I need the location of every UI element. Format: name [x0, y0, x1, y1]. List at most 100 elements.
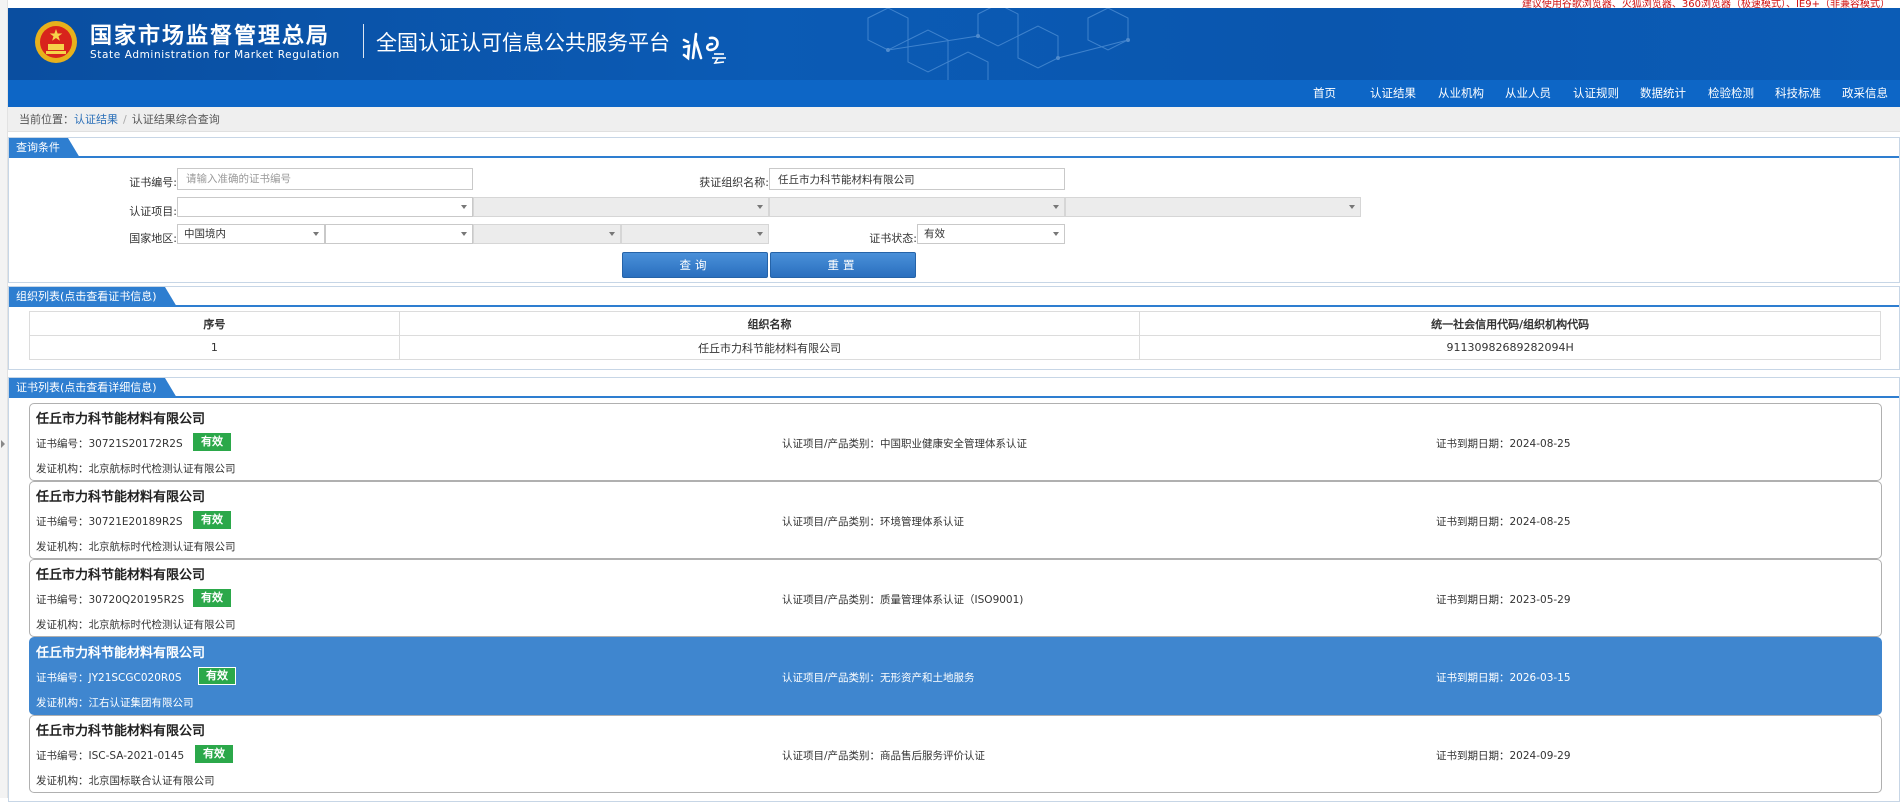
nav-item-statistics[interactable]: 数据统计 [1640, 80, 1686, 107]
org-table: 序号 组织名称 统一社会信用代码/组织机构代码 1 任丘市力科节能材料有限公司 … [29, 311, 1881, 360]
cert-issuer: 发证机构：北京航标时代检测认证有限公司 [36, 461, 236, 476]
chevron-down-icon [461, 205, 467, 209]
hexagon-pattern-decoration [867, 8, 1130, 80]
region-select-value: 中国境内 [184, 228, 226, 240]
site-header: 建议使用谷歌浏览器、火狐浏览器、360浏览器（极速模式）、IE9+（非兼容模式） [8, 0, 1900, 80]
query-panel: 查询条件 证书编号: 获证组织名称: 认证项目: 国家地区: 中国境内 证书状态… [8, 137, 1900, 283]
chevron-down-icon [313, 232, 319, 236]
cert-card[interactable]: 任丘市力科节能材料有限公司证书编号：ISC-SA-2021-0145 有效 认证项目… [29, 715, 1882, 793]
nav-item-cert-results[interactable]: 认证结果 [1370, 80, 1416, 107]
breadcrumb-separator: / [123, 113, 127, 126]
cert-item-label: 认证项目: [129, 205, 177, 218]
region-select-province[interactable] [325, 224, 473, 244]
search-button[interactable]: 查询 [622, 252, 768, 278]
cert-item-label: 认证项目/产品类别： [782, 594, 881, 606]
org-table-header: 序号 组织名称 统一社会信用代码/组织机构代码 [29, 311, 1881, 336]
cert-expiry-value: 2026-03-15 [1509, 672, 1571, 684]
nav-item-inspection[interactable]: 检验检测 [1708, 80, 1754, 107]
browser-note: 建议使用谷歌浏览器、火狐浏览器、360浏览器（极速模式）、IE9+（非兼容模式） [1521, 0, 1890, 10]
cert-no-value: 30721S20172R2S [88, 438, 183, 450]
cert-status-value: 有效 [924, 228, 945, 240]
region-label: 国家地区: [129, 232, 177, 245]
reset-button[interactable]: 重置 [770, 252, 916, 278]
cert-number: 证书编号：30720Q20195R2S [36, 592, 184, 607]
cert-card-title: 任丘市力科节能材料有限公司 [36, 486, 205, 505]
breadcrumb-prefix: 当前位置： [19, 113, 74, 126]
cert-item: 认证项目/产品类别：环境管理体系认证 [782, 514, 964, 529]
cert-org-title: 任丘市力科节能材料有限公司 [36, 412, 206, 427]
cert-item: 认证项目/产品类别：无形资产和土地服务 [782, 670, 975, 685]
table-row[interactable]: 1 任丘市力科节能材料有限公司 91130982689282094H [29, 335, 1881, 360]
cert-card[interactable]: 任丘市力科节能材料有限公司 证书编号：JY21SCGC020R0S 有效 认证项目/产… [29, 637, 1882, 715]
cert-item-value: 无形资产和土地服务 [880, 672, 975, 684]
cert-issuer-label: 发证机构： [36, 775, 89, 787]
nav-item-standards[interactable]: 科技标准 [1775, 80, 1821, 107]
cert-item-select-3[interactable] [769, 197, 1065, 217]
cert-card-title: 任丘市力科节能材料有限公司 [36, 720, 205, 739]
row-org-name: 任丘市力科节能材料有限公司 [398, 335, 1141, 360]
nav-item-procurement[interactable]: 政采信息 [1842, 80, 1888, 107]
cert-card[interactable]: 任丘市力科节能材料有限公司 证书编号：30721E20189R2S 有效 认证项目/产… [29, 481, 1882, 559]
header-divider [363, 24, 364, 58]
cert-no-input[interactable] [177, 168, 473, 190]
cert-status-select[interactable]: 有效 [917, 224, 1065, 244]
cert-item: 认证项目/产品类别：质量管理体系认证（ISO9001) [782, 592, 1023, 607]
breadcrumb-current: 认证结果综合查询 [131, 113, 220, 126]
platform-title: 全国认证认可信息公共服务平台 [376, 31, 670, 55]
agency-name: 国家市场监督管理总局 [90, 24, 331, 49]
cert-issuer-label: 发证机构： [36, 541, 89, 553]
cert-item: 认证项目/产品类别：商品售后服务评价认证 [782, 748, 985, 763]
cert-org-title: 任丘市力科节能材料有限公司 [36, 490, 206, 505]
region-select-district[interactable] [621, 224, 769, 244]
cert-item-label: 认证项目/产品类别： [782, 516, 881, 528]
org-list-panel-title: 组织列表(点击查看证书信息) [9, 287, 177, 307]
row-credit-code: 91130982689282094H [1139, 335, 1881, 360]
cert-expiry-value: 2024-09-29 [1509, 750, 1571, 762]
cert-issuer-label: 发证机构： [36, 697, 89, 709]
breadcrumb-link-cert-results[interactable]: 认证结果 [74, 113, 118, 126]
cert-no-label: 证书编号： [36, 438, 89, 450]
cert-issuer: 发证机构：江右认证集团有限公司 [36, 695, 194, 710]
col-header-org-name: 组织名称 [398, 311, 1141, 336]
org-list-panel: 组织列表(点击查看证书信息) 序号 组织名称 统一社会信用代码/组织机构代码 1… [8, 286, 1900, 370]
nav-item-home[interactable]: 首页 [1313, 80, 1336, 107]
cert-no-value: 30721E20189R2S [88, 516, 183, 528]
nav-item-personnel[interactable]: 从业人员 [1505, 80, 1551, 107]
nav-item-institutions[interactable]: 从业机构 [1438, 80, 1484, 107]
chevron-down-icon [1053, 232, 1059, 236]
cert-item-select-2[interactable] [473, 197, 769, 217]
region-select-country[interactable]: 中国境内 [177, 224, 325, 244]
national-emblem-icon [35, 21, 77, 63]
cert-item-value: 中国职业健康安全管理体系认证 [880, 438, 1028, 450]
cert-item-select-4[interactable] [1065, 197, 1361, 217]
org-list-panel-header: 组织列表(点击查看证书信息) [9, 287, 1899, 307]
cert-issuer-value: 北京航标时代检测认证有限公司 [88, 619, 236, 631]
status-badge: 有效 [195, 745, 233, 763]
chevron-down-icon [757, 232, 763, 236]
status-badge: 有效 [193, 589, 231, 607]
cert-card-title: 任丘市力科节能材料有限公司 [36, 408, 205, 427]
cert-issuer-value: 北京国标联合认证有限公司 [88, 775, 215, 787]
expand-arrow-icon[interactable] [1, 440, 5, 448]
region-select-city[interactable] [473, 224, 621, 244]
cert-no-label: 证书编号： [36, 516, 89, 528]
cert-number: 证书编号：JY21SCGC020R0S [36, 670, 182, 685]
cert-no-label: 证书编号： [36, 594, 89, 606]
cert-issuer-value: 江右认证集团有限公司 [88, 697, 194, 709]
nav-item-cert-rules[interactable]: 认证规则 [1573, 80, 1619, 107]
cert-issuer-label: 发证机构： [36, 619, 89, 631]
cert-expiry-label: 证书到期日期： [1436, 594, 1510, 606]
cert-card[interactable]: 任丘市力科节能材料有限公司 证书编号：30720Q20195R2S 有效 认证项目/产… [29, 559, 1882, 637]
cert-number: 证书编号：ISC-SA-2021-0145 [36, 748, 184, 763]
cert-no-value: ISC-SA-2021-0145 [88, 750, 185, 762]
cert-item-select-1[interactable] [177, 197, 473, 217]
cert-issuer: 发证机构：北京国标联合认证有限公司 [36, 773, 215, 788]
cert-expiry: 证书到期日期：2026-03-15 [1436, 670, 1571, 685]
org-name-input[interactable] [769, 168, 1065, 190]
renyun-logo-icon [682, 32, 726, 64]
cert-card[interactable]: 任丘市力科节能材料有限公司 证书编号：30721S20172R2S 有效 认证项目/产… [29, 403, 1882, 481]
page: 建议使用谷歌浏览器、火狐浏览器、360浏览器（极速模式）、IE9+（非兼容模式） [0, 0, 1900, 802]
row-index: 1 [29, 335, 400, 360]
cert-item-label: 认证项目/产品类别： [782, 438, 881, 450]
cert-item-value: 质量管理体系认证（ISO9001) [880, 594, 1024, 606]
